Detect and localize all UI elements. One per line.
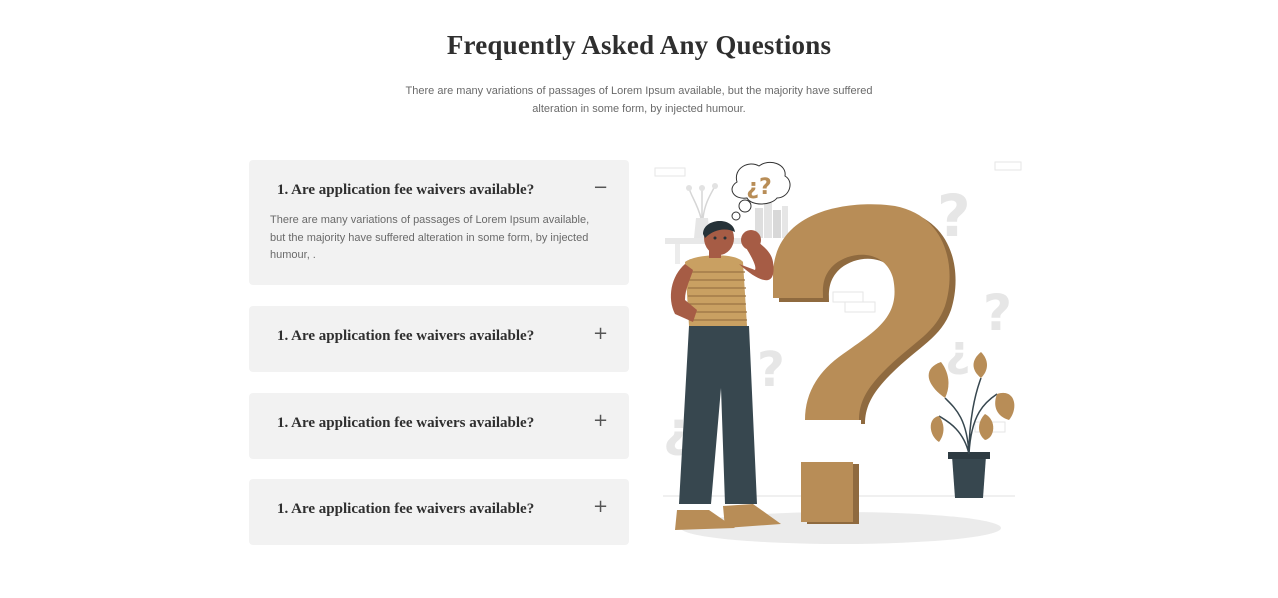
plus-icon[interactable]: + — [593, 412, 608, 430]
faq-question[interactable]: 1. Are application fee waivers available… — [277, 415, 534, 432]
question-illustration: ? ? ? ¿ ¿ ¿? — [654, 161, 1022, 544]
thought-bubble-text: ¿? — [746, 175, 772, 200]
svg-text:?: ? — [757, 342, 785, 398]
potted-plant — [928, 352, 1015, 498]
minus-icon[interactable]: − — [593, 179, 608, 197]
page-subtitle: There are many variations of passages of… — [405, 85, 873, 115]
svg-text:¿: ¿ — [945, 326, 971, 377]
plus-icon[interactable]: + — [593, 325, 608, 343]
page-title: Frequently Asked Any Questions — [446, 30, 832, 60]
plus-icon[interactable]: + — [593, 498, 608, 516]
faq-item[interactable]: 1. Are application fee waivers available… — [249, 479, 629, 545]
faq-item[interactable]: 1. Are application fee waivers available… — [249, 160, 629, 285]
faq-question[interactable]: 1. Are application fee waivers available… — [277, 501, 534, 518]
faq-answer: There are many variations of passages of… — [270, 214, 590, 261]
faq-item[interactable]: 1. Are application fee waivers available… — [249, 393, 629, 459]
question-mark-icon — [773, 204, 956, 524]
faq-question[interactable]: 1. Are application fee waivers available… — [277, 182, 534, 199]
faq-question[interactable]: 1. Are application fee waivers available… — [277, 328, 534, 345]
svg-text:?: ? — [983, 284, 1012, 342]
faq-item[interactable]: 1. Are application fee waivers available… — [249, 306, 629, 372]
